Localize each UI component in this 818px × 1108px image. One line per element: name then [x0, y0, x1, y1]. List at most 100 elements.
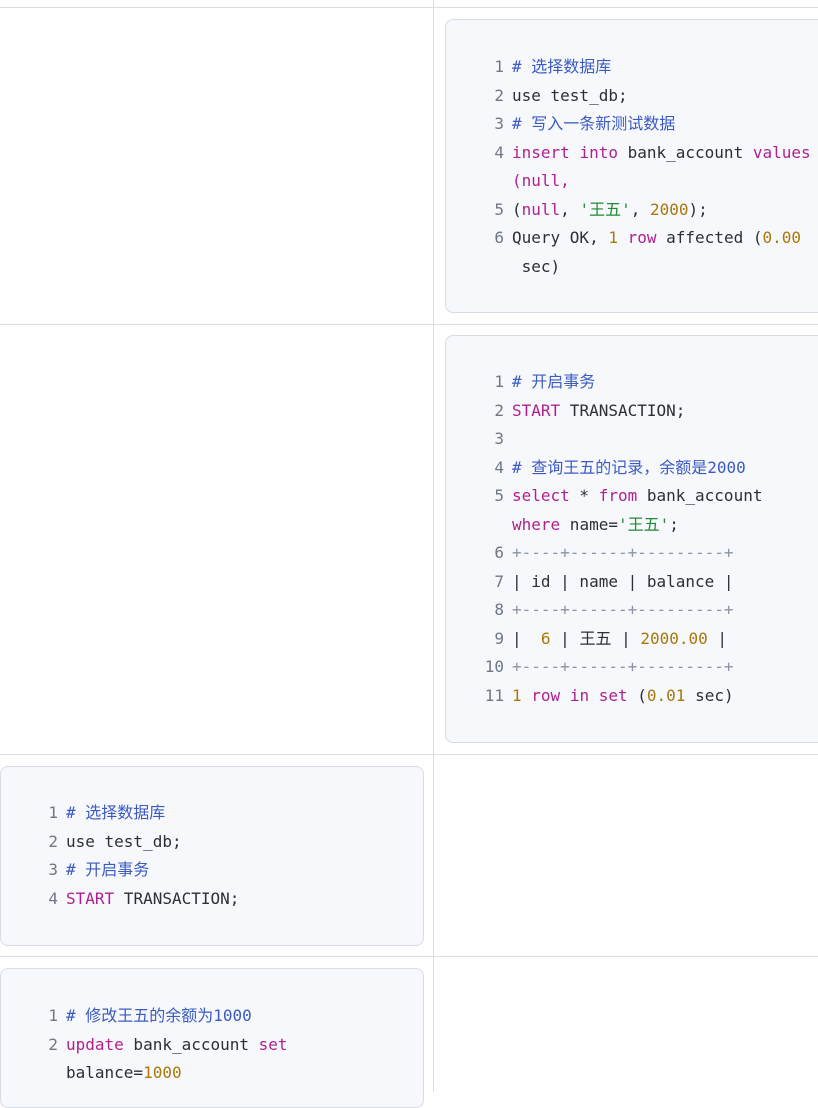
code-token: | [512, 628, 541, 648]
table-border [0, 7, 818, 8]
code-token: 2000 [649, 199, 689, 219]
code-token: set [258, 1034, 288, 1054]
code-token: 1 [512, 685, 522, 705]
code-token: bank_account [637, 486, 763, 505]
code-token: affected ( [656, 228, 763, 247]
code-token: # 选择数据库 [66, 803, 166, 822]
code-token: # 写入一条新测试数据 [512, 114, 676, 133]
code-line: 8 +----+------+---------+ [482, 596, 818, 624]
code-line: 4 # 查询王五的记录，余额是2000 [482, 454, 818, 482]
line-number: 9 [494, 628, 504, 648]
code-token: # 查询王五的记录，余额是2000 [512, 457, 746, 477]
code-token: 1 [608, 228, 618, 247]
line-number: 6 [494, 543, 504, 562]
code-line: 3 [482, 425, 818, 453]
code-line: 2 update bank_account set [46, 1031, 423, 1059]
code-token: TRANSACTION; [560, 400, 686, 420]
code-token: 0.00 [762, 228, 802, 247]
line-number: 11 [484, 685, 504, 705]
code-line: 1 # 修改王五的余额为1000 [46, 1002, 423, 1030]
line-number: 10 [484, 657, 504, 676]
code-token: START [512, 400, 561, 420]
line-number: 3 [494, 429, 504, 448]
code-line: 3 # 写入一条新测试数据 [492, 110, 818, 138]
code-token: ( [627, 685, 647, 705]
line-number: 1 [494, 372, 504, 391]
code-token: '王五' [617, 514, 670, 534]
code-token: from [598, 486, 638, 505]
line-number: 4 [494, 457, 504, 477]
code-block-transaction: 1 # 选择数据库 2 use test_db; 3 # 开启事务 4 START TRANS… [0, 766, 424, 946]
table-border [0, 956, 818, 957]
code-line: 6 Query OK, 1 row affected (0.00 [492, 224, 818, 252]
code-token: row [531, 685, 561, 705]
code-token: bank_account [123, 1034, 259, 1054]
code-token: , [630, 199, 650, 219]
code-token: ; [669, 514, 679, 534]
code-token: # 选择数据库 [512, 57, 612, 76]
code-token: | [707, 628, 728, 648]
line-number: 8 [494, 600, 504, 619]
code-line: 1 # 选择数据库 [492, 53, 818, 81]
code-token: +----+------+---------+ [512, 543, 734, 562]
code-token: # 开启事务 [512, 372, 596, 391]
line-number: 3 [48, 860, 58, 879]
code-line: 3 # 开启事务 [46, 856, 423, 884]
code-line: balance=1000 [46, 1059, 423, 1087]
code-line: 11 1 row in set (0.01 sec) [482, 682, 818, 710]
code-token: sec) [512, 256, 561, 276]
line-number: 3 [494, 114, 504, 133]
code-token: use test_db; [66, 831, 182, 851]
code-token: row [627, 228, 657, 247]
code-token: where [512, 514, 561, 534]
code-block-select: 1 # 开启事务 2 START TRANSACTION; 3 4 # 查询王五的记录，余额… [445, 335, 818, 743]
code-token: values [752, 142, 811, 162]
line-number: 5 [494, 199, 504, 219]
line-number: 1 [494, 57, 504, 76]
line-number: 2 [48, 831, 58, 851]
code-line: 4 insert into bank_account values [492, 139, 818, 167]
line-number: 4 [494, 142, 504, 162]
code-token: 6 [540, 628, 551, 648]
code-line: 5 select * from bank_account [482, 482, 818, 510]
code-token: name= [560, 514, 618, 534]
code-token: # 开启事务 [66, 860, 150, 879]
code-token: insert [512, 142, 570, 162]
code-line: 6 +----+------+---------+ [482, 539, 818, 567]
table-border [0, 754, 818, 755]
code-token: | id | name | balance | [512, 571, 734, 591]
code-line: 2 use test_db; [46, 828, 423, 856]
line-number: 2 [494, 85, 504, 105]
code-token: +----+------+---------+ [512, 600, 734, 619]
code-token: select [512, 486, 570, 505]
code-token: +----+------+---------+ [512, 657, 734, 676]
code-block-insert: 1 # 选择数据库 2 use test_db; 3 # 写入一条新测试数据 4 insert… [445, 19, 818, 313]
code-token: TRANSACTION; [114, 888, 240, 908]
code-token: update [66, 1034, 124, 1054]
line-number: 2 [494, 400, 504, 420]
code-line: 5 (null, '王五', 2000); [492, 196, 818, 224]
line-number: 6 [494, 228, 504, 247]
code-line: 10 +----+------+---------+ [482, 653, 818, 681]
code-block-update: 1 # 修改王五的余额为1000 2 update bank_account set b… [0, 968, 424, 1108]
line-number: 1 [48, 803, 58, 822]
code-token: ); [688, 199, 708, 219]
table-border [0, 324, 818, 325]
code-token: sec) [685, 685, 734, 705]
code-token: START [66, 888, 115, 908]
code-line: 7 | id | name | balance | [482, 568, 818, 596]
code-token: * [569, 486, 599, 505]
code-line: (null, [492, 167, 818, 195]
code-token: ( [512, 199, 522, 219]
code-token: 0.01 [646, 685, 686, 705]
code-line: 9 | 6 | 王五 | 2000.00 | [482, 625, 818, 653]
code-token: 2000.00 [640, 628, 708, 648]
code-token: balance= [66, 1063, 144, 1082]
code-token: bank_account [617, 142, 753, 162]
code-token: into [579, 142, 618, 162]
code-line: where name='王五'; [482, 511, 818, 539]
